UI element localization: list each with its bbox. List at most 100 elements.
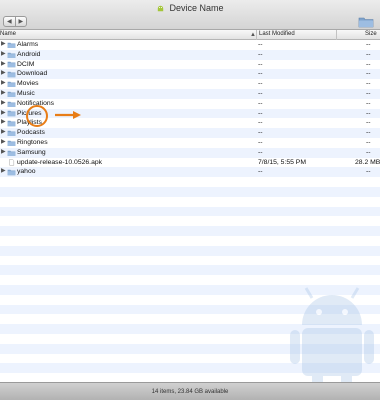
file-name: update-release-10.0526.apk	[17, 158, 103, 166]
file-modified: --	[258, 148, 263, 156]
file-size: --	[366, 129, 371, 137]
disclosure-triangle-icon[interactable]: ▶	[1, 99, 6, 109]
empty-row	[0, 255, 380, 266]
file-modified: --	[258, 139, 263, 146]
file-size: --	[366, 148, 371, 156]
file-modified: --	[258, 41, 263, 48]
file-name: Ringtones	[17, 139, 48, 146]
disclosure-triangle-icon[interactable]: ▶	[1, 50, 6, 60]
disclosure-triangle-icon[interactable]: ▶	[1, 69, 6, 79]
file-icon	[9, 159, 15, 166]
highlight-circle	[26, 105, 48, 127]
file-modified: --	[258, 109, 263, 117]
file-size: 28.2 MB	[355, 158, 380, 166]
nav-buttons: ◀ ▶	[3, 16, 27, 27]
file-modified: --	[258, 168, 263, 176]
list-item[interactable]: ▶ Android -- --	[0, 49, 380, 60]
arrow-right-icon	[55, 111, 81, 119]
forward-button[interactable]: ▶	[14, 17, 27, 26]
column-modified-header[interactable]: Last Modified	[259, 31, 295, 37]
folder-icon	[7, 120, 16, 127]
new-folder-icon[interactable]	[358, 16, 374, 28]
list-item[interactable]: ▶ DCIM -- --	[0, 59, 380, 70]
file-name: Alarms	[17, 41, 39, 48]
list-item[interactable]: ▶ Playlists -- --	[0, 118, 380, 129]
empty-row	[0, 245, 380, 256]
empty-row	[0, 236, 380, 246]
disclosure-triangle-icon[interactable]: ▶	[1, 109, 6, 119]
file-name: Samsung	[17, 148, 46, 156]
folder-icon	[7, 130, 16, 137]
file-size: --	[366, 119, 371, 127]
folder-icon	[7, 52, 16, 58]
file-modified: --	[258, 50, 263, 58]
list-item[interactable]: ▶ Download -- --	[0, 69, 380, 80]
file-modified: --	[258, 119, 263, 127]
file-name: Download	[17, 70, 48, 78]
folder-icon	[7, 71, 16, 78]
folder-icon	[7, 81, 16, 88]
column-name-header[interactable]: Name	[0, 31, 16, 37]
file-size: --	[366, 90, 371, 97]
folder-icon	[7, 111, 16, 117]
status-bar: 14 items, 23.84 GB available	[0, 382, 380, 400]
file-name: yahoo	[17, 168, 36, 176]
disclosure-triangle-icon[interactable]: ▶	[1, 40, 6, 50]
file-modified: --	[258, 80, 263, 88]
file-name: Movies	[17, 80, 39, 88]
file-size: --	[366, 109, 371, 117]
disclosure-triangle-icon[interactable]: ▶	[1, 60, 6, 70]
empty-row	[0, 177, 380, 187]
disclosure-triangle-icon[interactable]: ▶	[1, 148, 6, 158]
folder-icon	[7, 150, 16, 156]
disclosure-triangle-icon[interactable]: ▶	[1, 167, 6, 177]
list-item[interactable]: ▶ Samsung -- --	[0, 147, 380, 158]
disclosure-triangle-icon[interactable]: ▶	[1, 89, 6, 99]
disclosure-triangle-icon[interactable]: ▶	[1, 138, 6, 148]
file-modified: --	[258, 129, 263, 137]
android-app-icon	[158, 5, 164, 11]
list-item[interactable]: ▶ Alarms -- --	[0, 40, 380, 50]
back-button[interactable]: ◀	[4, 17, 15, 26]
back-icon: ◀	[6, 19, 12, 25]
android-watermark-icon	[290, 287, 374, 390]
list-item[interactable]: update-release-10.0526.apk 7/8/15, 5:55 P…	[0, 157, 380, 168]
file-size: --	[366, 99, 371, 107]
file-size: --	[366, 70, 371, 78]
empty-row	[0, 226, 380, 236]
folder-icon	[7, 42, 16, 49]
list-item[interactable]: ▶ Notifications -- --	[0, 98, 380, 109]
file-name: DCIM	[17, 60, 35, 68]
folder-icon	[7, 91, 16, 98]
list-item[interactable]: ▶ yahoo -- --	[0, 167, 380, 178]
file-modified: --	[258, 99, 263, 107]
folder-icon	[7, 169, 16, 176]
disclosure-triangle-icon[interactable]: ▶	[1, 79, 6, 89]
file-modified: --	[258, 60, 263, 68]
list-item[interactable]: ▶ Ringtones -- --	[0, 138, 380, 148]
file-modified: --	[258, 70, 263, 78]
disclosure-triangle-icon[interactable]: ▶	[1, 128, 6, 138]
folder-icon	[7, 140, 16, 147]
file-size: --	[366, 50, 371, 58]
column-header: Name ▲ Last Modified Size	[0, 30, 380, 40]
empty-row	[0, 196, 380, 207]
column-size-header[interactable]: Size	[365, 31, 377, 37]
file-size: --	[366, 80, 371, 88]
window-title: Device Name	[0, 3, 380, 13]
column-divider[interactable]	[336, 30, 337, 40]
file-modified: 7/8/15, 5:55 PM	[258, 158, 306, 166]
list-item[interactable]: ▶ Movies -- --	[0, 79, 380, 89]
list-item[interactable]: ▶ Music -- --	[0, 89, 380, 99]
title-bar: Device Name ◀ ▶	[0, 0, 380, 30]
window-title-text: Device Name	[169, 3, 224, 13]
folder-icon	[7, 62, 16, 68]
list-item[interactable]: ▶ Podcasts -- --	[0, 128, 380, 138]
file-modified: --	[258, 90, 263, 97]
file-size: --	[366, 168, 371, 176]
file-size: --	[366, 139, 371, 146]
column-divider[interactable]	[256, 30, 257, 40]
file-name: Music	[17, 90, 35, 97]
file-name: Android	[17, 50, 41, 58]
disclosure-triangle-icon[interactable]: ▶	[1, 118, 6, 128]
